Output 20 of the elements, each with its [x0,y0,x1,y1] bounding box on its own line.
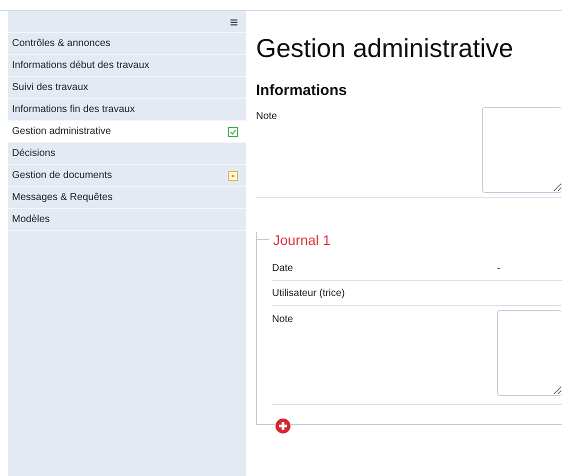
note-field[interactable] [482,107,562,193]
sidebar-item[interactable]: Messages & Requêtes [8,187,246,209]
field-label: Date [272,262,294,274]
page-title: Gestion administrative [256,33,514,64]
field-label: Utilisateur (trice) [272,288,346,298]
sidebar-item[interactable]: Contrôles & annonces [8,33,246,55]
field-value: - [497,262,500,274]
sidebar-item[interactable]: Suivi des travaux [8,77,246,99]
sidebar-item[interactable]: Gestion administrative [8,121,246,143]
menu-icon[interactable]: ≡ [230,14,238,28]
field-label: Note [272,313,294,325]
sidebar-item[interactable]: Gestion de documents [8,165,246,187]
field-label: Note [256,110,278,124]
section-title: Informations [256,82,348,99]
sidebar-item[interactable]: Décisions [8,143,246,165]
add-icon[interactable] [275,418,291,434]
sidebar-item[interactable]: Informations début des travaux [8,55,246,77]
sidebar-item[interactable]: Modèles [8,209,246,231]
note-field[interactable] [497,310,562,396]
journal-title: Journal 1 [273,232,332,248]
